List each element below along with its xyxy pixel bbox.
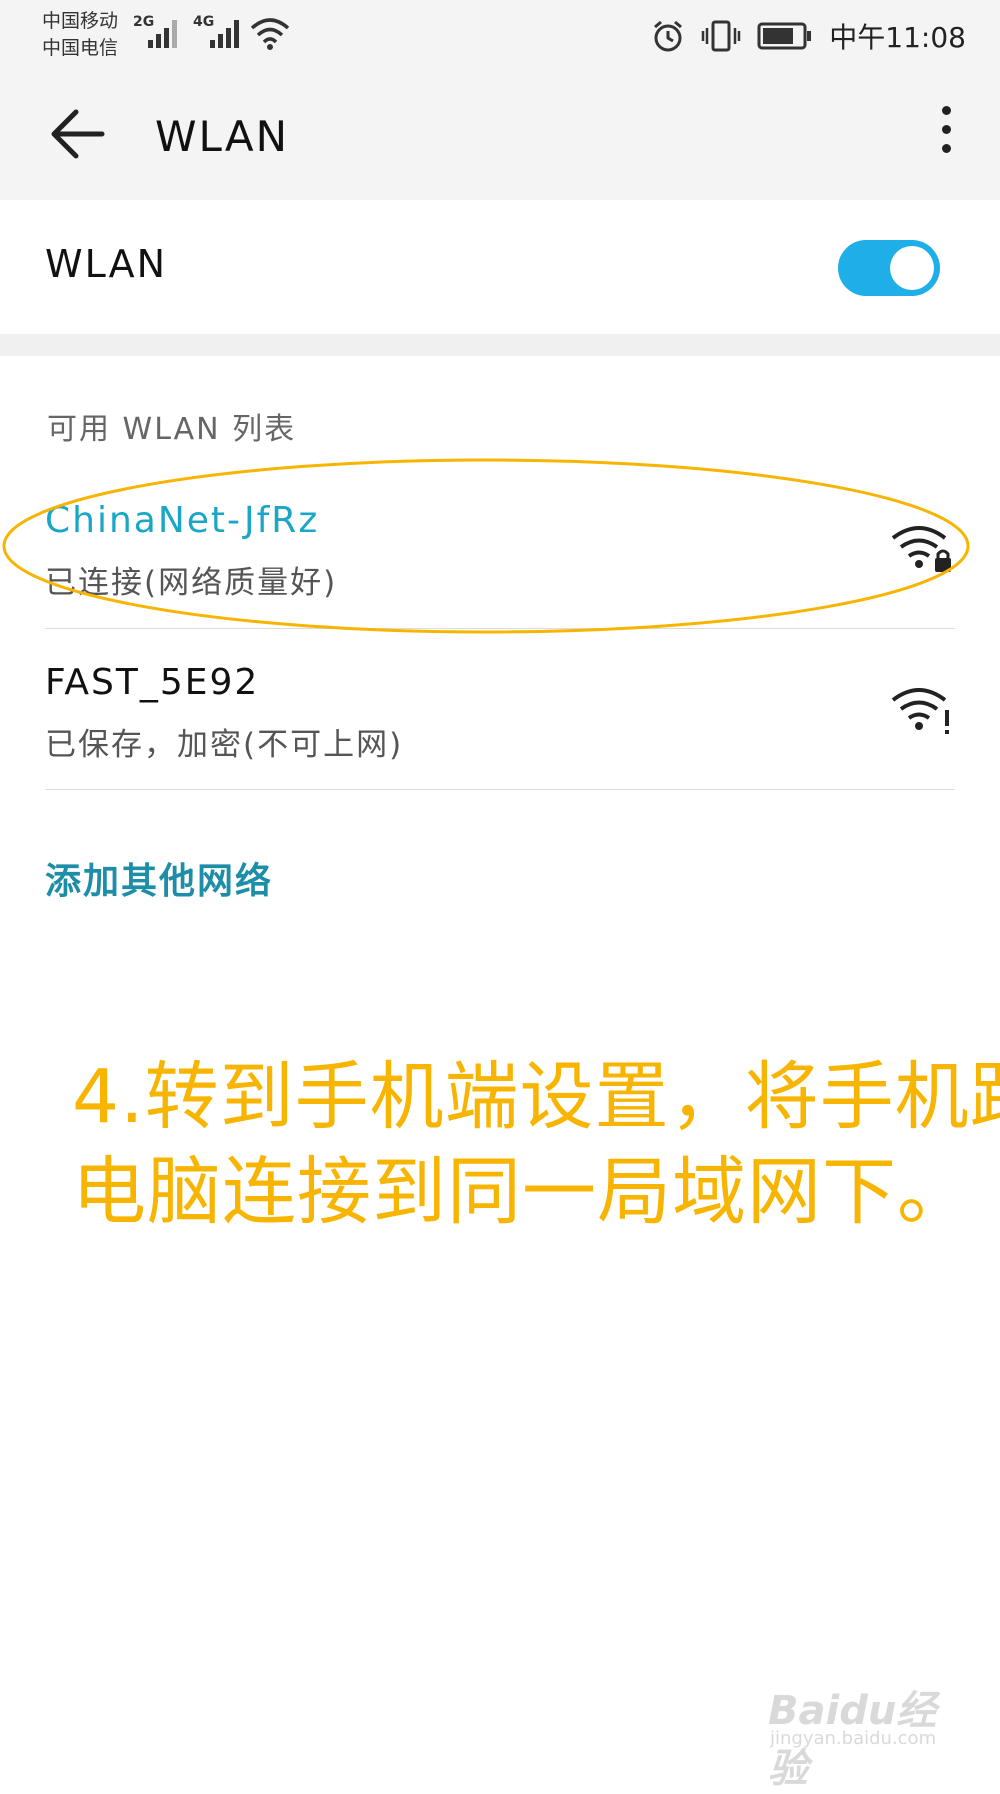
network-item-fast[interactable]: FAST_5E92 已保存，加密(不可上网) [45, 662, 955, 764]
battery-icon [757, 22, 812, 50]
more-options-icon[interactable] [934, 106, 958, 166]
page-title: WLAN [155, 112, 290, 161]
status-right: 中午11:08 [651, 16, 966, 56]
wlan-toggle-row[interactable]: WLAN [0, 200, 1000, 334]
list-divider [45, 789, 955, 790]
app-bar: WLAN [0, 70, 1000, 200]
carrier-labels: 中国移动 中国电信 [42, 8, 118, 62]
status-bar: 中国移动 中国电信 2G 4G 中午11:08 [0, 0, 1000, 70]
annotation-line-2: 电脑连接到同一局域网下。 [72, 1149, 972, 1235]
signal-icon [146, 16, 184, 48]
network-ssid: FAST_5E92 [45, 662, 260, 703]
vibrate-icon [702, 20, 741, 52]
signal-icon [208, 16, 246, 48]
watermark-url: jingyan.baidu.com [770, 1728, 937, 1749]
highlight-ellipse [2, 458, 970, 634]
clock: 中午11:08 [829, 21, 966, 54]
wlan-toggle-label: WLAN [45, 242, 168, 286]
switch-knob [890, 246, 934, 290]
wifi-icon [250, 18, 290, 50]
wifi-warning-icon [891, 688, 949, 734]
baidu-watermark: Baidu经验 jingyan.baidu.com [768, 1672, 960, 1792]
alarm-icon [654, 20, 683, 52]
available-networks-heading: 可用 WLAN 列表 [47, 412, 297, 447]
add-other-network-link[interactable]: 添加其他网络 [45, 852, 273, 904]
carrier-2: 中国电信 [42, 37, 119, 59]
wlan-switch[interactable] [838, 240, 940, 296]
network-status: 已保存，加密(不可上网) [45, 727, 404, 763]
back-arrow-icon[interactable] [46, 102, 110, 166]
carrier-1: 中国移动 [42, 10, 119, 32]
instruction-annotation: 4.转到手机端设置，将手机跟 电脑连接到同一局域网下。 [72, 1050, 1000, 1240]
annotation-line-1: 4.转到手机端设置，将手机跟 [72, 1054, 1000, 1140]
section-divider [0, 334, 1000, 356]
